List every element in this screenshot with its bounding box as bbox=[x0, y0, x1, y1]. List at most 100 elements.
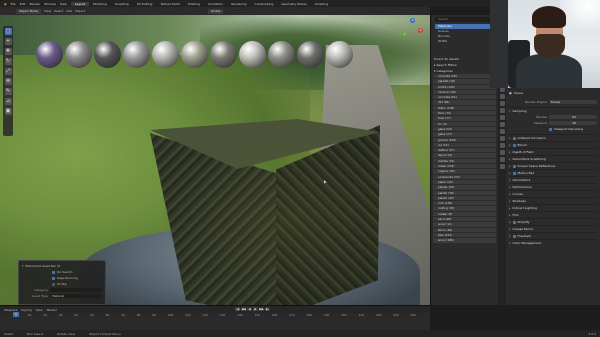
material-ball-grey-rock[interactable] bbox=[297, 41, 324, 68]
material-ball-pavement[interactable] bbox=[239, 41, 266, 68]
texture-properties-icon[interactable] bbox=[499, 164, 505, 169]
measure-tool-icon[interactable]: ⊿ bbox=[4, 98, 12, 105]
transform-tool-icon[interactable]: ⊕ bbox=[4, 78, 12, 85]
select-box-icon[interactable]: ▢ bbox=[4, 28, 12, 35]
search-input[interactable]: Search bbox=[435, 17, 494, 22]
section-grease-pencil[interactable]: ▸ Grease Pencil bbox=[509, 225, 597, 232]
checkbox-icon[interactable] bbox=[52, 276, 55, 280]
material-ball-metal[interactable] bbox=[123, 41, 150, 68]
checkbox-icon[interactable] bbox=[512, 136, 516, 140]
checkbox-icon[interactable] bbox=[512, 143, 516, 147]
menu-file[interactable]: File bbox=[11, 2, 16, 6]
navigation-gizmo[interactable]: Z X Y bbox=[398, 18, 426, 48]
section-performance[interactable]: ▸ Performance bbox=[509, 183, 597, 190]
checkbox-icon[interactable] bbox=[512, 164, 516, 168]
material-ball-asphalt[interactable] bbox=[268, 41, 295, 68]
cursor-tool-icon[interactable]: + bbox=[4, 38, 12, 45]
section-screen-space-reflections[interactable]: ▸ Screen Space Reflections bbox=[509, 162, 597, 169]
view-layer-icon[interactable] bbox=[499, 94, 505, 99]
section-depth-of-field[interactable]: ▸ Depth of Field bbox=[509, 148, 597, 155]
constraints-icon[interactable] bbox=[499, 143, 505, 148]
checkbox-icon[interactable] bbox=[549, 127, 552, 131]
menu-view[interactable]: View bbox=[35, 308, 42, 312]
material-ball-dark-stone[interactable] bbox=[94, 41, 121, 68]
modifier-properties-icon[interactable] bbox=[499, 122, 505, 127]
blender-logo-icon[interactable]: ● bbox=[4, 2, 7, 6]
jump-key-back-button[interactable]: ◀◀ bbox=[241, 307, 246, 311]
menu-help[interactable]: Help bbox=[60, 2, 67, 6]
gizmo-x-axis-icon[interactable]: X bbox=[418, 28, 423, 33]
tab-geometry-nodes[interactable]: Geometry Nodes bbox=[277, 2, 310, 6]
material-ball-concrete[interactable] bbox=[152, 41, 179, 68]
scene-properties-icon[interactable] bbox=[499, 101, 505, 106]
section-film[interactable]: ▸ Film bbox=[509, 211, 597, 218]
gizmo-y-axis-icon[interactable]: Y bbox=[402, 32, 407, 37]
tab-compositing[interactable]: Compositing bbox=[251, 2, 278, 6]
jump-start-button[interactable]: |◀ bbox=[235, 307, 240, 311]
section-ambient-occlusion[interactable]: ▸ Ambient Occlusion bbox=[509, 134, 597, 141]
menu-keying[interactable]: Keying bbox=[21, 308, 31, 312]
jump-key-forward-button[interactable]: ▶▶ bbox=[259, 307, 264, 311]
particles-icon[interactable] bbox=[499, 129, 505, 134]
tab-rendering[interactable]: Rendering bbox=[227, 2, 250, 6]
playhead[interactable]: 1 bbox=[13, 312, 19, 317]
menu-window[interactable]: Window bbox=[44, 2, 56, 6]
menu-playback[interactable]: Playback bbox=[4, 308, 17, 312]
category-item[interactable]: wood (186) bbox=[433, 238, 496, 244]
data-properties-icon[interactable] bbox=[499, 150, 505, 155]
jump-end-button[interactable]: ▶| bbox=[265, 307, 270, 311]
material-properties-icon[interactable] bbox=[499, 157, 505, 162]
menu-edit[interactable]: Edit bbox=[20, 2, 26, 6]
section-indirect-lighting[interactable]: ▸ Indirect Lighting bbox=[509, 204, 597, 211]
scale-tool-icon[interactable]: ⤢ bbox=[4, 68, 12, 75]
tab-modeling[interactable]: Modeling bbox=[89, 2, 111, 6]
menu-object[interactable]: Object bbox=[75, 9, 85, 13]
tab-scripting[interactable]: Scripting bbox=[311, 2, 332, 6]
tab-texture-paint[interactable]: Texture Paint bbox=[156, 2, 183, 6]
gizmo-z-axis-icon[interactable]: Z bbox=[410, 18, 415, 23]
timeline[interactable]: Playback Keying View Marker |◀ ◀◀ ◀ ▶ ▶▶… bbox=[0, 305, 430, 330]
tab-uv-editing[interactable]: UV Editing bbox=[133, 2, 157, 6]
move-tool-icon[interactable]: ✥ bbox=[4, 48, 12, 55]
object-properties-icon[interactable] bbox=[499, 115, 505, 120]
menu-render[interactable]: Render bbox=[29, 2, 40, 6]
checkbox-icon[interactable] bbox=[512, 234, 516, 238]
material-ball-rough-rock[interactable] bbox=[210, 41, 237, 68]
tab-animation[interactable]: Animation bbox=[204, 2, 227, 6]
tab-sculpting[interactable]: Sculpting bbox=[111, 2, 133, 6]
checkbox-icon[interactable] bbox=[512, 171, 516, 175]
section-simplify[interactable]: ▸ Simplify bbox=[509, 218, 597, 225]
play-button[interactable]: ▶ bbox=[253, 307, 258, 311]
asset-type-field[interactable]: Material bbox=[50, 294, 102, 298]
viewport-samples-field[interactable]: 16 bbox=[549, 120, 597, 126]
tree-item-hdris[interactable]: HDRIs bbox=[435, 39, 494, 44]
mode-dropdown[interactable]: Object Mode bbox=[16, 8, 41, 14]
section-freestyle[interactable]: ▸ Freestyle bbox=[509, 232, 597, 239]
world-properties-icon[interactable] bbox=[499, 108, 505, 113]
section-color-management[interactable]: ▸ Color Management bbox=[509, 239, 597, 246]
viewport-denoising-row[interactable]: Viewport Denoising bbox=[509, 126, 597, 132]
physics-icon[interactable] bbox=[499, 136, 505, 141]
play-reverse-button[interactable]: ◀ bbox=[247, 307, 252, 311]
annotate-tool-icon[interactable]: ✎ bbox=[4, 88, 12, 95]
menu-view[interactable]: View bbox=[44, 9, 51, 13]
category-field[interactable] bbox=[50, 288, 102, 292]
section-subsurface-scattering[interactable]: ▸ Subsurface Scattering bbox=[509, 155, 597, 162]
render-engine-dropdown[interactable]: Eevee bbox=[549, 99, 597, 105]
material-ball-grey-plaster[interactable] bbox=[65, 41, 92, 68]
frame-ruler[interactable]: 0102030405060708090100110120130140150160… bbox=[0, 313, 430, 320]
material-ball-fine-concrete[interactable] bbox=[326, 41, 353, 68]
menu-marker[interactable]: Marker bbox=[47, 308, 57, 312]
rotate-tool-icon[interactable]: ↻ bbox=[4, 58, 12, 65]
section-sampling[interactable]: ▾ Sampling bbox=[509, 107, 597, 114]
section-shadows[interactable]: ▸ Shadows bbox=[509, 197, 597, 204]
material-ball-purple-fabric[interactable] bbox=[36, 41, 63, 68]
section-bloom[interactable]: ▸ Bloom bbox=[509, 141, 597, 148]
checkbox-icon[interactable] bbox=[52, 270, 55, 274]
menu-add[interactable]: Add bbox=[66, 9, 72, 13]
section-motion-blur[interactable]: ▸ Motion Blur bbox=[509, 169, 597, 176]
checkbox-icon[interactable] bbox=[512, 220, 516, 224]
section-curves[interactable]: ▸ Curves bbox=[509, 190, 597, 197]
render-samples-field[interactable]: 64 bbox=[549, 114, 597, 120]
tab-shading[interactable]: Shading bbox=[184, 2, 204, 6]
